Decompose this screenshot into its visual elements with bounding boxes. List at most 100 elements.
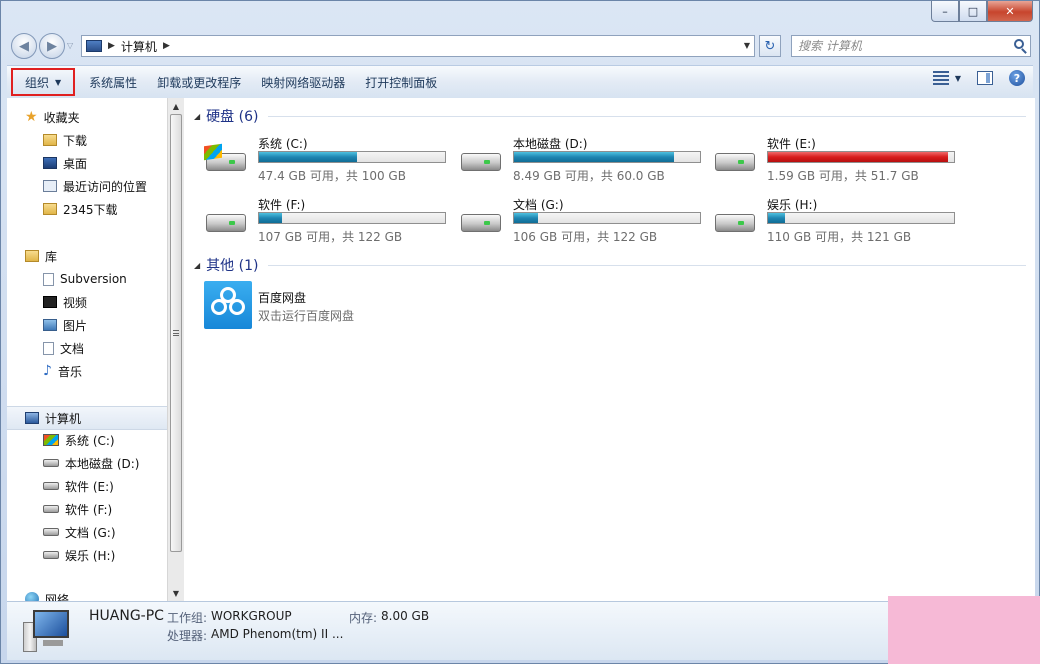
sidebar-item-music[interactable]: ♪ 音乐 [7, 360, 167, 382]
drive-usage-bar [258, 151, 446, 163]
processor-label: 处理器: [167, 629, 208, 643]
sidebar-item-drive-c[interactable]: 系统 (C:) [7, 429, 167, 451]
sidebar-item-2345-downloads[interactable]: 2345下载 [7, 198, 167, 220]
hard-drive-icon [459, 206, 505, 234]
organize-button[interactable]: 组织 ▼ [11, 68, 76, 96]
drive-tile[interactable]: 文档 (G:) 106 GB 可用，共 122 GB [459, 196, 709, 248]
sidebar-item-recent-places[interactable]: 最近访问的位置 [7, 175, 167, 197]
sidebar-item-libraries[interactable]: 库 [7, 245, 167, 267]
group-header-other[interactable]: ◢ 其他 (1) [194, 255, 1026, 275]
search-icon[interactable] [1014, 39, 1024, 49]
drive-space-info: 8.49 GB 可用，共 60.0 GB [513, 169, 665, 183]
drive-space-info: 1.59 GB 可用，共 51.7 GB [767, 169, 919, 183]
drive-tile[interactable]: 软件 (F:) 107 GB 可用，共 122 GB [204, 196, 454, 248]
sidebar-item-label: 视频 [63, 295, 88, 310]
drive-tile[interactable]: 娱乐 (H:) 110 GB 可用，共 121 GB [713, 196, 963, 248]
drive-name: 文档 (G:) [513, 198, 564, 212]
sidebar-item-drive-h[interactable]: 娱乐 (H:) [7, 544, 167, 566]
scroll-down-icon[interactable]: ▼ [168, 585, 184, 601]
details-pane: HUANG-PC 工作组: WORKGROUP 内存: 8.00 GB 处理器:… [7, 601, 1035, 660]
sidebar-item-videos[interactable]: 视频 [7, 291, 167, 313]
sidebar-item-pictures[interactable]: 图片 [7, 314, 167, 336]
explorer-window: – □ ✕ ◀ ▶ ▽ ▶ 计算机 ▶ ▼ ↻ 组织 ▼ 系统属性 卸载或更改程… [0, 0, 1040, 664]
sidebar-item-subversion[interactable]: Subversion [7, 268, 167, 290]
sidebar-item-label: 本地磁盘 (D:) [65, 456, 140, 471]
drive-tile[interactable]: 本地磁盘 (D:) 8.49 GB 可用，共 60.0 GB [459, 135, 709, 187]
content-area: ◢ 硬盘 (6) 系统 (C:) 47.4 GB 可用，共 100 GB 本地磁盘 … [184, 98, 1035, 601]
group-title: 硬盘 (6) [206, 109, 259, 125]
breadcrumb-separator-icon[interactable]: ▶ [108, 41, 115, 51]
help-icon[interactable]: ? [1009, 70, 1025, 86]
recent-pages-dropdown[interactable]: ▽ [67, 41, 73, 50]
refresh-icon: ↻ [764, 38, 776, 54]
breadcrumb-computer[interactable]: 计算机 [121, 38, 157, 55]
back-arrow-icon: ◀ [19, 38, 29, 54]
sidebar-item-label: 桌面 [63, 156, 88, 171]
sidebar-item-desktop[interactable]: 桌面 [7, 152, 167, 174]
preview-pane-icon[interactable] [977, 71, 993, 85]
sidebar-item-documents[interactable]: 文档 [7, 337, 167, 359]
drive-tile[interactable]: 软件 (E:) 1.59 GB 可用，共 51.7 GB [713, 135, 963, 187]
desktop-icon [43, 157, 57, 169]
drive-name: 软件 (E:) [767, 137, 816, 151]
forward-button[interactable]: ▶ [39, 33, 65, 59]
computer-icon [25, 412, 39, 424]
address-dropdown-icon[interactable]: ▼ [744, 41, 750, 50]
drive-tile[interactable]: 系统 (C:) 47.4 GB 可用，共 100 GB [204, 135, 454, 187]
change-view-icon[interactable] [932, 71, 949, 85]
sidebar-item-network[interactable]: 网络 [7, 588, 167, 601]
navigation-bar: ◀ ▶ ▽ ▶ 计算机 ▶ ▼ ↻ [9, 31, 1031, 61]
forward-arrow-icon: ▶ [47, 38, 57, 54]
command-toolbar: 组织 ▼ 系统属性 卸载或更改程序 映射网络驱动器 打开控制面板 ▼ ? [7, 65, 1033, 99]
baidu-netdisk-item[interactable]: 百度网盘 双击运行百度网盘 [204, 281, 504, 331]
sidebar-item-label: 文档 [60, 341, 85, 356]
group-header-hard-disks[interactable]: ◢ 硬盘 (6) [194, 106, 1026, 126]
sidebar-item-drive-g[interactable]: 文档 (G:) [7, 521, 167, 543]
sidebar-item-drive-e[interactable]: 软件 (E:) [7, 475, 167, 497]
sidebar-item-downloads[interactable]: 下载 [7, 129, 167, 151]
sidebar-item-label: 库 [45, 249, 58, 264]
hard-drive-icon [43, 528, 59, 536]
search-input[interactable] [792, 38, 1000, 54]
system-properties-button[interactable]: 系统属性 [79, 70, 147, 94]
open-control-panel-button[interactable]: 打开控制面板 [355, 70, 447, 94]
navigation-scrollbar[interactable]: ▲ ▼ [167, 98, 184, 601]
drive-space-info: 106 GB 可用，共 122 GB [513, 230, 658, 244]
refresh-button[interactable]: ↻ [759, 35, 781, 57]
navigation-pane: ★ 收藏夹 下载 桌面 最近访问的位置 2345下载 库 Subversion 视… [7, 98, 167, 601]
network-globe-icon [25, 592, 39, 601]
drive-usage-fill [514, 152, 674, 162]
view-options-dropdown[interactable]: ▼ [955, 74, 961, 83]
breadcrumb-separator-icon[interactable]: ▶ [163, 41, 170, 51]
sidebar-item-label: 收藏夹 [43, 110, 80, 125]
workgroup-label: 工作组: [167, 611, 208, 625]
sidebar-item-label: 娱乐 (H:) [65, 548, 116, 563]
drive-usage-bar [513, 212, 701, 224]
drive-space-info: 47.4 GB 可用，共 100 GB [258, 169, 406, 183]
drive-usage-bar [513, 151, 701, 163]
folder-icon [43, 203, 57, 215]
drive-usage-bar [258, 212, 446, 224]
uninstall-program-button[interactable]: 卸载或更改程序 [147, 70, 251, 94]
scrollbar-thumb[interactable] [170, 114, 182, 552]
memory-value: 8.00 GB [381, 609, 430, 623]
sidebar-item-drive-f[interactable]: 软件 (F:) [7, 498, 167, 520]
sidebar-item-computer[interactable]: 计算机 [7, 406, 167, 430]
hard-drive-icon [204, 206, 250, 234]
group-divider [268, 264, 1026, 266]
address-bar[interactable]: ▶ 计算机 ▶ ▼ [81, 35, 755, 57]
scroll-up-icon[interactable]: ▲ [168, 98, 184, 114]
maximize-button[interactable]: □ [959, 1, 987, 22]
sidebar-item-label: 软件 (F:) [65, 502, 113, 517]
search-box[interactable] [791, 35, 1031, 57]
sidebar-item-favorites[interactable]: ★ 收藏夹 [7, 106, 167, 128]
minimize-button[interactable]: – [931, 1, 959, 22]
back-button[interactable]: ◀ [11, 33, 37, 59]
collapse-icon: ◢ [194, 111, 201, 121]
map-network-drive-button[interactable]: 映射网络驱动器 [251, 70, 355, 94]
sidebar-item-drive-d[interactable]: 本地磁盘 (D:) [7, 452, 167, 474]
drive-name: 本地磁盘 (D:) [513, 137, 588, 151]
hard-drive-icon [459, 145, 505, 173]
hard-drive-icon [43, 459, 59, 467]
close-button[interactable]: ✕ [987, 1, 1033, 22]
